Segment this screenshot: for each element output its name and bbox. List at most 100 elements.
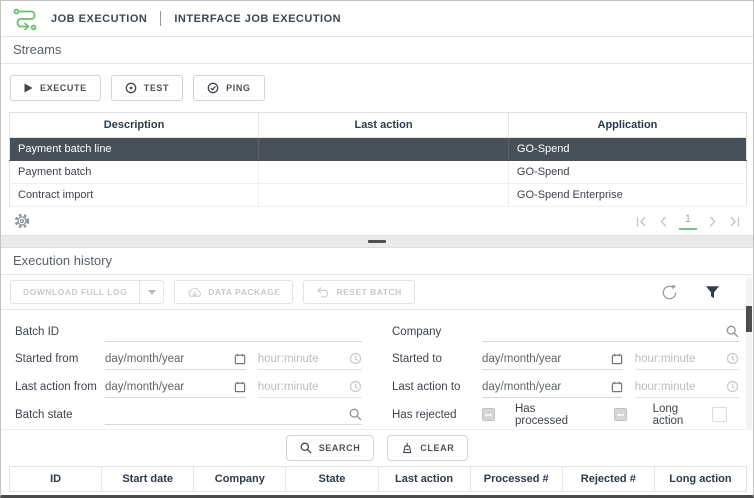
title-divider (160, 11, 161, 26)
company-input[interactable] (482, 325, 726, 337)
scrollbar-track[interactable] (746, 278, 752, 430)
last-page-button[interactable] (728, 216, 740, 227)
column-header-processed[interactable]: Processed # (470, 467, 562, 492)
pagination: 1 (636, 213, 740, 230)
target-icon (125, 82, 137, 94)
last-action-from-label: Last action from (15, 381, 105, 393)
download-full-log-label: DOWNLOAD FULL LOG (11, 281, 139, 303)
batch-id-input[interactable] (105, 325, 362, 337)
reset-batch-button[interactable]: RESET BATCH (303, 280, 414, 304)
table-row[interactable]: Payment batch GO-Spend (10, 161, 747, 184)
column-header-id[interactable]: ID (10, 467, 102, 492)
last-action-to-time-input[interactable] (635, 381, 726, 393)
started-to-time-input[interactable] (635, 353, 726, 365)
calendar-icon[interactable] (234, 353, 246, 365)
execute-label: EXECUTE (40, 83, 87, 93)
form-actions: SEARCH CLEAR (1, 429, 753, 466)
search-button[interactable]: SEARCH (286, 435, 375, 461)
filter-form: Batch ID Company Started from (1, 310, 753, 429)
gear-icon (14, 213, 30, 229)
started-to-label: Started to (392, 353, 482, 365)
results-table: ID Start date Company State Last action … (9, 466, 747, 492)
streams-table: Description Last action Application Paym… (9, 112, 747, 207)
first-page-button[interactable] (636, 216, 648, 227)
play-icon (24, 83, 33, 93)
calendar-icon[interactable] (234, 381, 246, 393)
streams-table-header-row: Description Last action Application (10, 113, 747, 138)
execution-history-section-title: Execution history (1, 248, 753, 275)
refresh-icon (661, 284, 678, 301)
download-options-button[interactable] (139, 281, 163, 303)
prev-page-button[interactable] (659, 216, 668, 227)
reset-batch-label: RESET BATCH (336, 287, 401, 297)
page-title: JOB EXECUTION (51, 13, 147, 25)
started-from-date-input[interactable] (105, 353, 234, 365)
started-from-time-input[interactable] (258, 353, 349, 365)
column-header-company[interactable]: Company (194, 467, 286, 492)
cell-description: Payment batch line (10, 138, 259, 161)
undo-icon (316, 286, 329, 299)
column-header-long-action[interactable]: Long action (654, 467, 746, 492)
batch-state-label: Batch state (15, 409, 105, 421)
last-action-from-date-input[interactable] (105, 381, 234, 393)
test-button[interactable]: TEST (111, 75, 183, 101)
data-package-button[interactable]: DATA PACKAGE (174, 280, 293, 304)
cell-last-action (259, 161, 509, 184)
column-header-state[interactable]: State (286, 467, 378, 492)
cell-description: Payment batch (10, 161, 259, 184)
clock-icon[interactable] (726, 352, 739, 365)
last-action-to-date-input[interactable] (482, 381, 611, 393)
execute-button[interactable]: EXECUTE (10, 75, 101, 101)
streams-footer: 1 (1, 207, 753, 235)
refresh-button[interactable] (661, 284, 678, 301)
clock-icon[interactable] (726, 380, 739, 393)
table-row[interactable]: Payment batch line GO-Spend (10, 138, 747, 161)
cell-application: GO-Spend Enterprise (508, 184, 746, 207)
column-header-start-date[interactable]: Start date (102, 467, 194, 492)
column-header-last-action[interactable]: Last action (259, 113, 509, 138)
broom-icon (401, 442, 413, 454)
panel-splitter (1, 235, 753, 248)
cell-application: GO-Spend (508, 138, 746, 161)
has-rejected-checkbox[interactable] (482, 408, 495, 421)
ping-button[interactable]: PING (193, 75, 264, 101)
batch-state-input[interactable] (105, 408, 349, 420)
current-page-indicator[interactable]: 1 (679, 213, 697, 230)
cell-last-action (259, 184, 509, 207)
page-header: JOB EXECUTION INTERFACE JOB EXECUTION (1, 1, 753, 37)
has-rejected-label: Has rejected (392, 409, 482, 421)
column-header-application[interactable]: Application (508, 113, 746, 138)
column-header-last-action[interactable]: Last action (378, 467, 470, 492)
history-toolbar: DOWNLOAD FULL LOG DATA PACKAGE RESET (1, 275, 753, 310)
clock-icon[interactable] (349, 380, 362, 393)
long-action-checkbox[interactable] (712, 407, 727, 422)
column-header-rejected[interactable]: Rejected # (562, 467, 654, 492)
next-page-button[interactable] (708, 216, 717, 227)
table-settings-button[interactable] (14, 213, 30, 229)
filter-button[interactable] (705, 285, 720, 299)
calendar-icon[interactable] (611, 353, 623, 365)
search-icon[interactable] (726, 325, 739, 338)
search-icon[interactable] (349, 408, 362, 421)
clear-button[interactable]: CLEAR (387, 435, 468, 461)
table-row[interactable]: Contract import GO-Spend Enterprise (10, 184, 747, 207)
splitter-handle[interactable] (368, 240, 386, 243)
first-page-icon (636, 216, 648, 227)
has-processed-checkbox[interactable] (614, 408, 627, 421)
prev-page-icon (659, 216, 668, 227)
cloud-download-icon (187, 286, 201, 298)
page-subtitle: INTERFACE JOB EXECUTION (174, 13, 341, 25)
clock-icon[interactable] (349, 352, 362, 365)
cell-application: GO-Spend (508, 161, 746, 184)
calendar-icon[interactable] (611, 381, 623, 393)
scrollbar-thumb[interactable] (746, 306, 752, 332)
column-header-description[interactable]: Description (10, 113, 259, 138)
route-flow-icon (13, 7, 39, 31)
search-icon (300, 442, 312, 454)
last-action-from-time-input[interactable] (258, 381, 349, 393)
started-from-label: Started from (15, 353, 105, 365)
download-full-log-button[interactable]: DOWNLOAD FULL LOG (10, 280, 164, 304)
started-to-date-input[interactable] (482, 353, 611, 365)
test-label: TEST (144, 83, 169, 93)
caret-down-icon (148, 290, 156, 295)
